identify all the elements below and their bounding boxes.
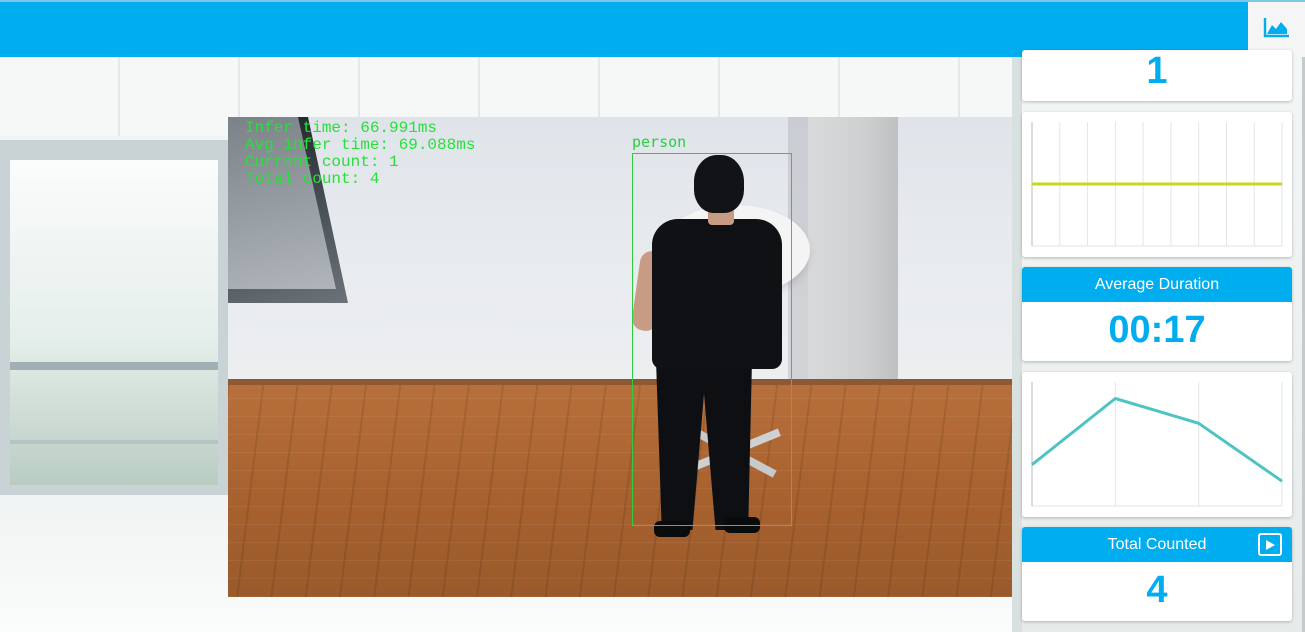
balcony-rail-lower: [10, 440, 218, 444]
area-chart-icon: [1263, 16, 1291, 43]
current-count-chart: [1031, 122, 1283, 247]
play-icon: [1266, 539, 1275, 550]
average-duration-card: Average Duration 00:17: [1022, 267, 1292, 361]
concrete-pillar: [808, 117, 898, 407]
duration-chart: [1031, 382, 1283, 507]
balcony-rail: [10, 362, 218, 370]
average-duration-title: Average Duration: [1022, 267, 1292, 302]
total-counted-value: 4: [1146, 569, 1168, 611]
detection-label: person: [632, 133, 687, 151]
avg-infer-time-text: Avg infer time: 69.088ms: [245, 136, 476, 154]
current-count-card: 1: [1022, 50, 1292, 101]
total-counted-card: Total Counted 4: [1022, 527, 1292, 621]
detection-bounding-box: [632, 153, 792, 526]
wall-edge: [1012, 56, 1022, 632]
play-button[interactable]: [1258, 533, 1282, 556]
average-duration-value: 00:17: [1108, 309, 1206, 351]
total-count-text: Total count: 4: [245, 170, 380, 188]
current-count-value: 1: [1146, 50, 1168, 92]
top-bar: [0, 2, 1248, 57]
stats-toggle-button[interactable]: [1248, 2, 1305, 57]
series-line: [1031, 397, 1283, 483]
current-count-text: Current count: 1: [245, 153, 399, 171]
window-glass: [10, 160, 218, 485]
video-feed: person Infer time: 66.991ms Avg infer ti…: [228, 117, 1012, 597]
inference-overlay: Infer time: 66.991ms Avg infer time: 69.…: [245, 120, 475, 188]
current-count-chart-card: [1022, 112, 1292, 257]
wooden-floor: [228, 385, 1012, 597]
duration-chart-card: [1022, 372, 1292, 517]
infer-time-text: Infer time: 66.991ms: [245, 119, 438, 137]
total-counted-title: Total Counted: [1107, 535, 1207, 553]
total-counted-header: Total Counted: [1022, 527, 1292, 562]
